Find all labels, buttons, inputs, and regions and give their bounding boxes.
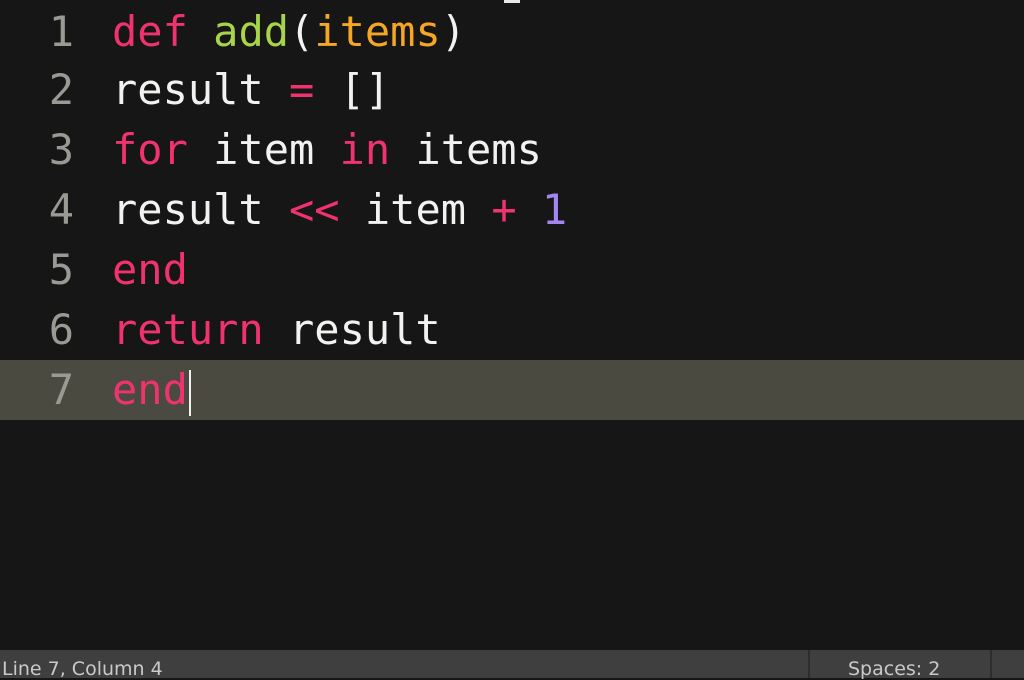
line-code[interactable]: end bbox=[112, 240, 188, 300]
token-plain: item bbox=[340, 185, 492, 234]
status-bar: Line 7, Column 4 Spaces: 2 bbox=[0, 650, 1024, 678]
line-code[interactable]: end bbox=[112, 360, 191, 420]
token-keyword: return bbox=[112, 305, 264, 354]
line-code[interactable]: for item in items bbox=[112, 120, 542, 180]
token-keyword: end bbox=[112, 245, 188, 294]
code-line[interactable]: 4 result << item + 1 bbox=[0, 180, 1024, 240]
line-number: 4 bbox=[0, 180, 74, 240]
token-plain bbox=[517, 185, 542, 234]
token-function: add bbox=[213, 7, 289, 56]
code-editor[interactable]: 1def add(items)2result = []3for item in … bbox=[0, 0, 1024, 650]
token-plain bbox=[264, 185, 289, 234]
line-code[interactable]: result << item + 1 bbox=[112, 180, 567, 240]
code-line[interactable]: 5 end bbox=[0, 240, 1024, 300]
token-plain bbox=[264, 65, 289, 114]
line-number: 2 bbox=[0, 60, 74, 120]
text-cursor bbox=[189, 370, 191, 416]
token-plain: ) bbox=[441, 7, 466, 56]
token-keyword: + bbox=[491, 185, 516, 234]
code-line[interactable]: 2 result = [] bbox=[0, 60, 1024, 120]
token-parameter: items bbox=[314, 7, 440, 56]
token-plain bbox=[188, 7, 213, 56]
token-keyword: end bbox=[112, 365, 188, 414]
token-plain: result bbox=[112, 185, 264, 234]
line-number: 6 bbox=[0, 300, 74, 360]
code-line[interactable]: 6 return result bbox=[0, 300, 1024, 360]
line-number: 5 bbox=[0, 240, 74, 300]
token-plain: items bbox=[390, 125, 542, 174]
line-number: 1 bbox=[0, 2, 74, 62]
code-line[interactable]: 7 end bbox=[0, 360, 1024, 420]
token-keyword: << bbox=[289, 185, 340, 234]
line-code[interactable]: def add(items) bbox=[112, 2, 466, 62]
token-plain bbox=[314, 65, 339, 114]
token-plain: result bbox=[264, 305, 441, 354]
status-divider bbox=[990, 650, 992, 678]
token-keyword: def bbox=[112, 7, 188, 56]
line-code[interactable]: result = [] bbox=[112, 60, 390, 120]
token-plain: item bbox=[188, 125, 340, 174]
token-keyword: in bbox=[340, 125, 391, 174]
token-number: 1 bbox=[542, 185, 567, 234]
code-line[interactable]: 3 for item in items bbox=[0, 120, 1024, 180]
token-keyword: = bbox=[289, 65, 314, 114]
indentation-setting[interactable]: Spaces: 2 bbox=[848, 658, 940, 680]
token-keyword: for bbox=[112, 125, 188, 174]
code-line[interactable]: 1 def add(items) bbox=[0, 2, 1024, 62]
status-divider bbox=[808, 650, 810, 678]
line-code[interactable]: return result bbox=[112, 300, 441, 360]
token-plain: result bbox=[112, 65, 264, 114]
token-plain: [] bbox=[340, 65, 391, 114]
line-number: 7 bbox=[0, 360, 74, 420]
line-number: 3 bbox=[0, 120, 74, 180]
token-plain: ( bbox=[289, 7, 314, 56]
cursor-position-label: Line 7, Column 4 bbox=[2, 658, 163, 680]
